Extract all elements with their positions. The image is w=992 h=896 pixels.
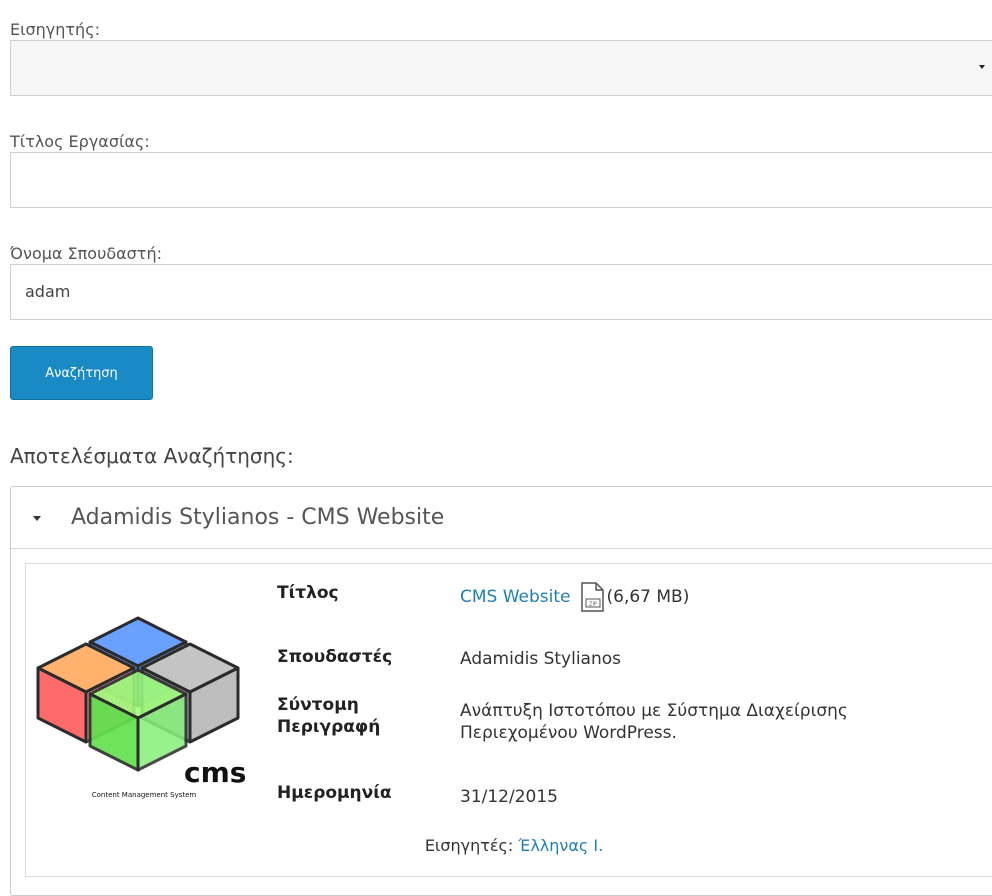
advisor-select[interactable] [10, 40, 992, 96]
student-label: Όνομα Σπουδαστή: [10, 244, 162, 263]
result-panel-header[interactable]: Adamidis Stylianos - CMS Website [11, 487, 992, 549]
advisor-line: Εισηγητές: Έλληνας Ι. [26, 836, 992, 855]
summary-label-line-2: Περιγραφή [277, 717, 381, 737]
student-input-value: adam [25, 282, 71, 301]
results-heading: Αποτελέσματα Αναζήτησης: [10, 444, 294, 468]
advisor-link[interactable]: Έλληνας Ι. [518, 836, 603, 855]
advisor-prefix: Εισηγητές: [424, 836, 514, 855]
cms-logo-caption: Content Management System [92, 791, 197, 799]
svg-text:ZIP: ZIP [589, 602, 597, 608]
summary-field-value: Ανάπτυξη Ιστοτόπου με Σύστημα Διαχείριση… [460, 700, 848, 744]
result-panel: Adamidis Stylianos - CMS Website cms Con… [10, 486, 992, 896]
title-label: Τίτλος Εργασίας: [10, 132, 150, 151]
project-title-link[interactable]: CMS Website [460, 587, 571, 607]
cms-logo-text: cms [184, 756, 246, 789]
cms-logo: cms Content Management System [36, 616, 246, 799]
summary-label-line-1: Σύντομη [277, 695, 359, 715]
caret-down-icon [33, 516, 41, 521]
summary-line-2: Περιεχομένου WordPress. [460, 723, 677, 743]
date-field-value: 31/12/2015 [460, 787, 558, 807]
file-size: (6,67 MB) [606, 587, 690, 607]
result-panel-title: Adamidis Stylianos - CMS Website [71, 505, 445, 530]
title-field-label: Τίτλος [277, 583, 339, 603]
summary-field-label: Σύντομη Περιγραφή [277, 694, 380, 738]
advisor-label: Εισηγητής: [10, 20, 100, 39]
title-input[interactable] [10, 152, 992, 208]
date-field-label: Ημερομηνία [277, 783, 392, 803]
students-field-label: Σπουδαστές [277, 647, 393, 667]
summary-line-1: Ανάπτυξη Ιστοτόπου με Σύστημα Διαχείριση… [460, 701, 848, 721]
zip-file-icon[interactable]: ZIP [579, 582, 605, 612]
result-card: cms Content Management System Τίτλος CMS… [25, 563, 992, 877]
search-button[interactable]: Αναζήτηση [10, 346, 153, 400]
caret-down-icon [979, 65, 985, 69]
title-field-value: CMS Website ZIP (6,67 MB) [460, 582, 689, 612]
student-input[interactable]: adam [10, 264, 992, 320]
students-field-value: Adamidis Stylianos [460, 649, 622, 669]
